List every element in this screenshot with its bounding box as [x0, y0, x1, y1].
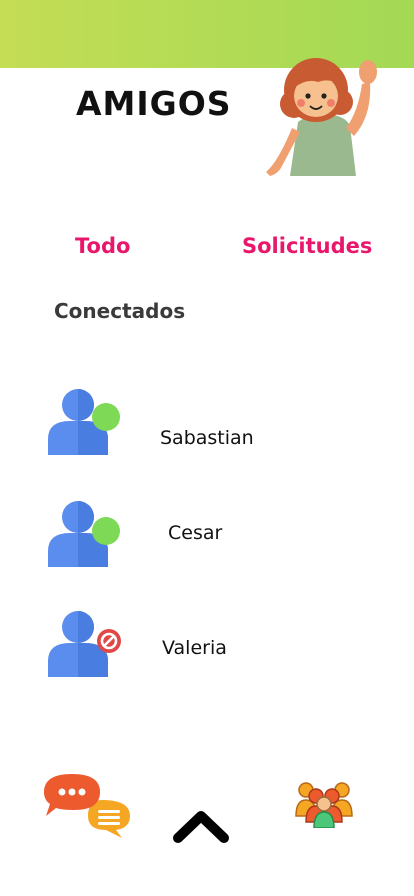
blocked-status-icon [97, 629, 121, 653]
tab-solicitudes[interactable]: Solicitudes [242, 234, 372, 258]
chat-bubbles-icon[interactable] [42, 772, 134, 838]
friend-name: Cesar [168, 522, 223, 544]
user-avatar-icon [48, 501, 120, 567]
friend-row[interactable]: Valeria [44, 607, 374, 687]
waving-girl-illustration [266, 58, 377, 176]
chevron-up-icon[interactable] [170, 806, 232, 846]
page-title: AMIGOS [76, 84, 232, 123]
friend-row[interactable]: Cesar [44, 497, 374, 577]
section-title: Conectados [54, 299, 186, 323]
tab-todo[interactable]: Todo [75, 234, 130, 258]
friend-name: Sabastian [160, 427, 254, 449]
online-status-icon [92, 517, 120, 545]
group-icon[interactable] [294, 778, 354, 828]
user-avatar-icon [48, 611, 121, 677]
friend-row[interactable]: Sabastian [44, 385, 374, 465]
friend-name: Valeria [162, 637, 227, 659]
user-avatar-icon [48, 389, 120, 455]
online-status-icon [92, 403, 120, 431]
